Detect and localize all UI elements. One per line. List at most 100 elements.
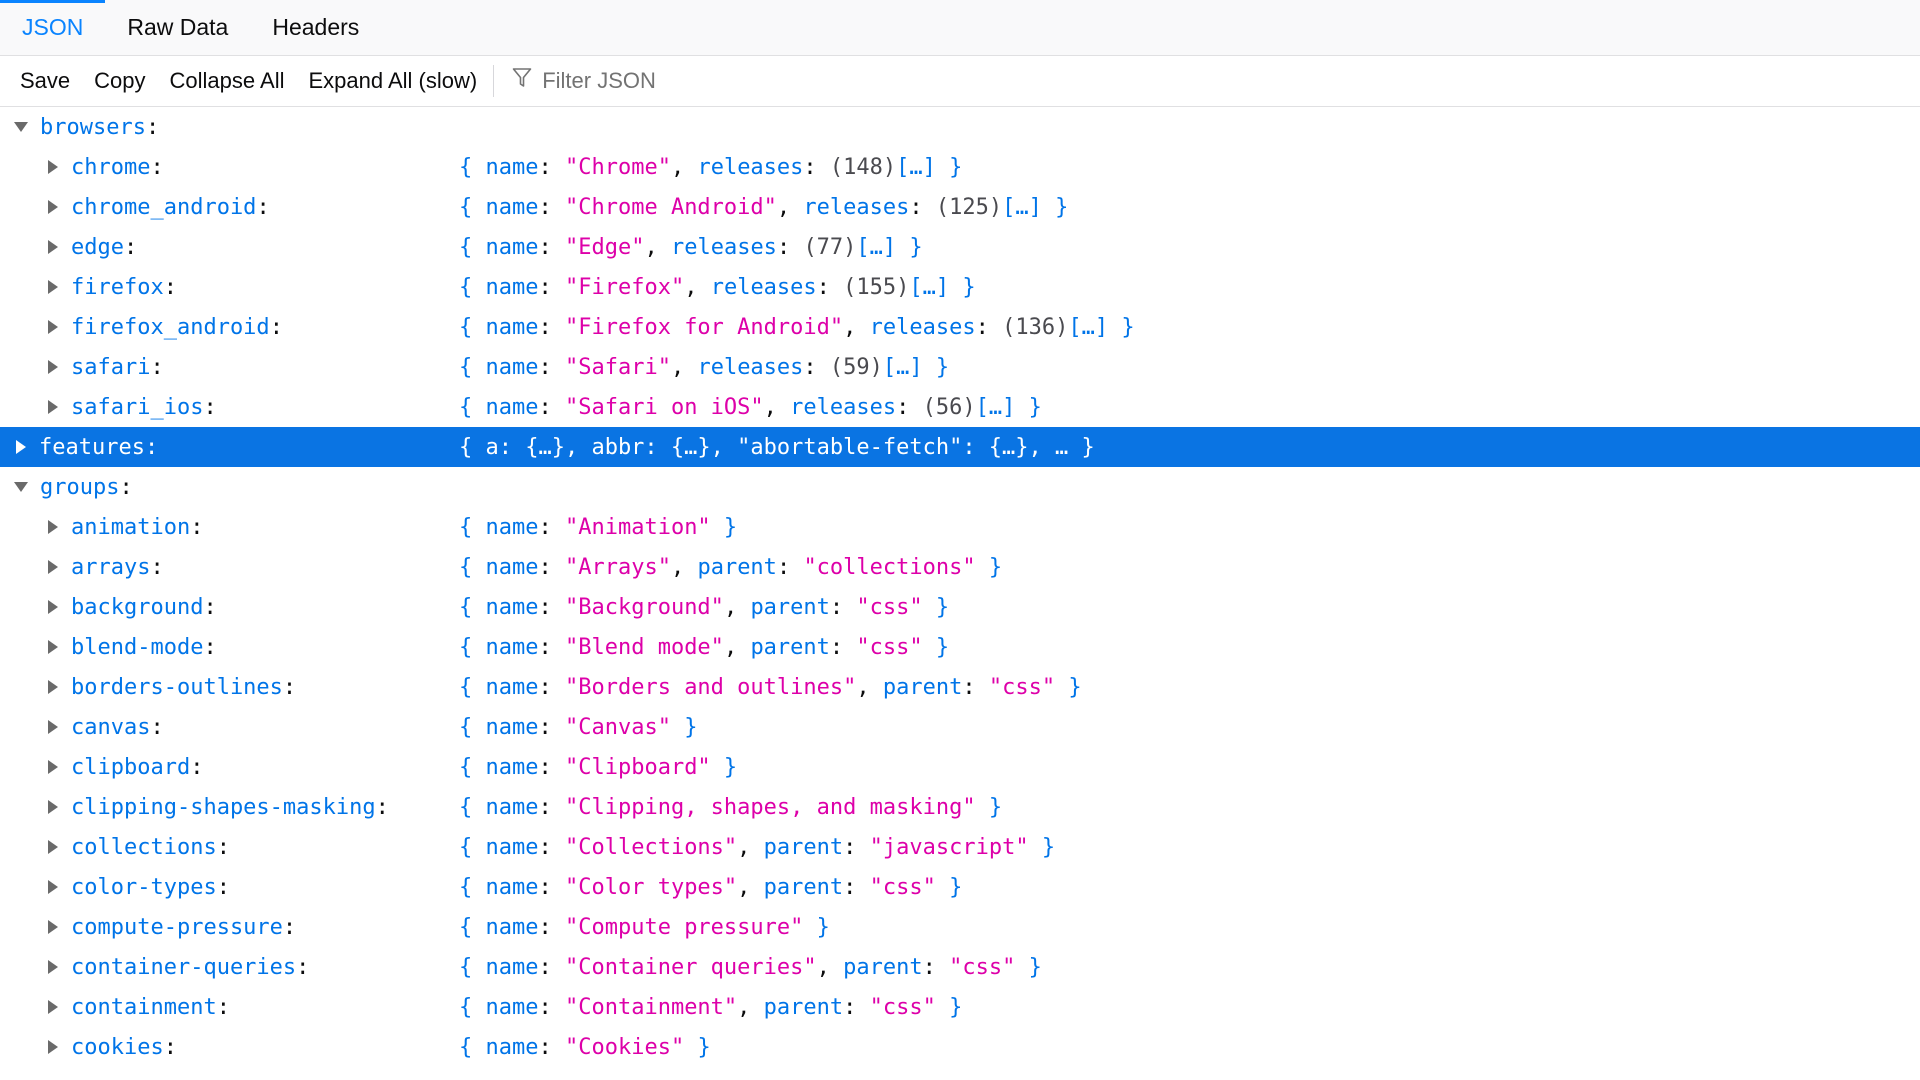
collapsed-arrow-icon[interactable]: [48, 160, 58, 174]
tree-row-browsers[interactable]: browsers:: [0, 107, 1920, 147]
prop-value: "Container queries": [564, 954, 817, 980]
prop-value: "Animation": [564, 514, 711, 540]
tree-row[interactable]: container-queries:{ name: "Container que…: [0, 947, 1920, 987]
tree-row[interactable]: firefox:{ name: "Firefox", releases: (15…: [0, 267, 1920, 307]
json-punctuation: }: [1028, 834, 1056, 860]
tree-row-groups[interactable]: groups:: [0, 467, 1920, 507]
json-punctuation: :: [538, 394, 565, 420]
tree-row[interactable]: background:{ name: "Background", parent:…: [0, 587, 1920, 627]
tree-row[interactable]: animation:{ name: "Animation" }: [0, 507, 1920, 547]
collapsed-arrow-icon[interactable]: [48, 920, 58, 934]
json-punctuation: :: [538, 1034, 565, 1060]
key-cell: edge:: [0, 235, 459, 260]
json-punctuation: :: [538, 714, 565, 740]
collapse-all-button[interactable]: Collapse All: [158, 68, 297, 94]
tree-row[interactable]: safari:{ name: "Safari", releases: (59)[…: [0, 347, 1920, 387]
tree-row[interactable]: edge:{ name: "Edge", releases: (77) […] }: [0, 227, 1920, 267]
collapsed-arrow-icon[interactable]: [48, 880, 58, 894]
tree-row[interactable]: chrome_android:{ name: "Chrome Android",…: [0, 187, 1920, 227]
tree-row[interactable]: clipping-shapes-masking:{ name: "Clippin…: [0, 787, 1920, 827]
tree-row[interactable]: containment:{ name: "Containment", paren…: [0, 987, 1920, 1027]
filter-box[interactable]: [502, 67, 945, 95]
collapsed-arrow-icon[interactable]: [48, 680, 58, 694]
tree-key: blend-mode: [71, 634, 204, 660]
value-preview: { a: {…}, abbr: {…}, "abortable-fetch": …: [459, 435, 1095, 460]
expanded-arrow-icon[interactable]: [14, 482, 28, 492]
json-punctuation: ,: [670, 554, 698, 580]
collapsed-arrow-icon[interactable]: [48, 400, 58, 414]
json-punctuation: {: [459, 194, 486, 220]
tree-row[interactable]: compute-pressure:{ name: "Compute pressu…: [0, 907, 1920, 947]
tree-row[interactable]: clipboard:{ name: "Clipboard" }: [0, 747, 1920, 787]
prop-name: parent: [763, 834, 844, 860]
collapsed-arrow-icon[interactable]: [48, 960, 58, 974]
copy-button[interactable]: Copy: [82, 68, 157, 94]
json-punctuation: }: [935, 154, 963, 180]
json-punctuation: {: [459, 314, 486, 340]
collapsed-arrow-icon[interactable]: [48, 640, 58, 654]
json-punctuation: :: [803, 154, 830, 180]
collapsed-arrow-icon[interactable]: [48, 240, 58, 254]
collapsed-arrow-icon[interactable]: [48, 1040, 58, 1054]
tab-json[interactable]: JSON: [0, 0, 106, 55]
tree-row[interactable]: collections:{ name: "Collections", paren…: [0, 827, 1920, 867]
collapsed-arrow-icon[interactable]: [48, 760, 58, 774]
collapsed-arrow-icon[interactable]: [48, 720, 58, 734]
prop-name: name: [485, 914, 539, 940]
prop-value: "Clipboard": [564, 754, 711, 780]
collapsed-arrow-icon[interactable]: [48, 280, 58, 294]
value-preview: { name: "Animation" }: [459, 515, 737, 540]
collapsed-arrow-icon[interactable]: [48, 200, 58, 214]
tree-row[interactable]: color-types:{ name: "Color types", paren…: [0, 867, 1920, 907]
json-punctuation: ,: [737, 994, 764, 1020]
json-punctuation: :: [296, 954, 310, 980]
prop-name: name: [485, 634, 539, 660]
tree-row[interactable]: chrome:{ name: "Chrome", releases: (148)…: [0, 147, 1920, 187]
prop-name: name: [485, 514, 539, 540]
tree-row[interactable]: firefox_android:{ name: "Firefox for And…: [0, 307, 1920, 347]
expanded-arrow-icon[interactable]: [14, 122, 28, 132]
array-ellipsis[interactable]: […]: [976, 395, 1016, 420]
toolbar-divider: [493, 65, 495, 97]
expand-all-button[interactable]: Expand All (slow): [296, 68, 489, 94]
array-ellipsis[interactable]: […]: [856, 235, 896, 260]
prop-value: "Chrome": [564, 154, 671, 180]
tree-key: firefox: [71, 274, 164, 300]
collapsed-arrow-icon[interactable]: [48, 320, 58, 334]
prop-value: "Safari": [564, 354, 671, 380]
collapsed-arrow-icon[interactable]: [48, 1000, 58, 1014]
tab-raw-data[interactable]: Raw Data: [105, 0, 250, 55]
json-punctuation: }: [1015, 394, 1042, 420]
json-punctuation: {: [459, 874, 486, 900]
tree-row[interactable]: safari_ios:{ name: "Safari on iOS", rele…: [0, 387, 1920, 427]
json-punctuation: :: [538, 154, 565, 180]
tree-row-features[interactable]: features:{ a: {…}, abbr: {…}, "abortable…: [0, 427, 1920, 467]
json-punctuation: }: [922, 354, 950, 380]
json-punctuation: {: [459, 394, 486, 420]
filter-json-input[interactable]: [540, 67, 945, 95]
tree-row[interactable]: blend-mode:{ name: "Blend mode", parent:…: [0, 627, 1920, 667]
json-punctuation: :: [144, 434, 159, 460]
array-ellipsis[interactable]: […]: [1002, 195, 1042, 220]
save-button[interactable]: Save: [8, 68, 82, 94]
tree-row[interactable]: canvas:{ name: "Canvas" }: [0, 707, 1920, 747]
collapsed-arrow-icon[interactable]: [48, 600, 58, 614]
tree-row[interactable]: borders-outlines:{ name: "Borders and ou…: [0, 667, 1920, 707]
array-ellipsis[interactable]: […]: [1068, 315, 1108, 340]
key-cell: animation:: [0, 515, 459, 540]
collapsed-arrow-icon[interactable]: [48, 800, 58, 814]
collapsed-arrow-icon[interactable]: [48, 520, 58, 534]
tab-headers[interactable]: Headers: [250, 0, 381, 55]
tree-row[interactable]: cookies:{ name: "Cookies" }: [0, 1027, 1920, 1067]
collapsed-arrow-icon[interactable]: [16, 440, 26, 454]
array-ellipsis[interactable]: […]: [883, 355, 923, 380]
json-punctuation: ,: [843, 314, 870, 340]
tree-key: clipping-shapes-masking: [71, 794, 376, 820]
collapsed-arrow-icon[interactable]: [48, 560, 58, 574]
tree-row[interactable]: arrays:{ name: "Arrays", parent: "collec…: [0, 547, 1920, 587]
array-ellipsis[interactable]: […]: [909, 275, 949, 300]
json-punctuation: }: [1108, 314, 1135, 340]
array-ellipsis[interactable]: […]: [896, 155, 936, 180]
collapsed-arrow-icon[interactable]: [48, 840, 58, 854]
collapsed-arrow-icon[interactable]: [48, 360, 58, 374]
